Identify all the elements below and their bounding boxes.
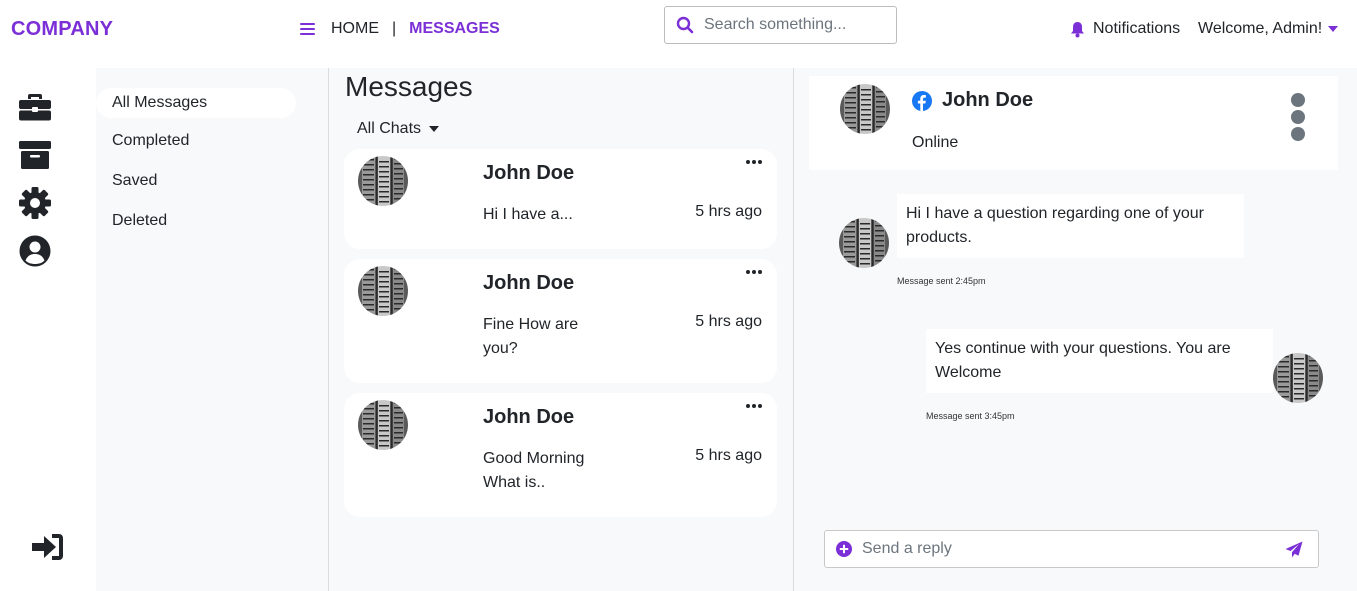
user-circle-icon[interactable] — [18, 234, 52, 268]
contact-name: John Doe — [942, 89, 1034, 111]
briefcase-icon[interactable] — [18, 90, 52, 124]
card-snippet: Fine How are you? — [483, 316, 579, 357]
chat-filter-label: All Chats — [357, 120, 422, 137]
contact-status: Online — [912, 134, 959, 151]
bell-icon — [1071, 21, 1084, 37]
messages-title: Messages — [345, 71, 473, 102]
card-snippet: Good Morning What is.. — [483, 450, 585, 491]
send-icon[interactable] — [1285, 541, 1303, 558]
outgoing-message-bubble: Yes continue with your questions. You ar… — [926, 329, 1273, 393]
incoming-message-bubble: Hi I have a question regarding one of yo… — [897, 194, 1244, 258]
chevron-down-icon — [1328, 26, 1339, 32]
folder-completed[interactable]: Completed — [96, 126, 296, 156]
more-options-icon[interactable] — [746, 159, 762, 165]
add-attachment-icon[interactable] — [836, 541, 852, 557]
chat-options-icon[interactable] — [1290, 93, 1306, 141]
brand-logo[interactable]: COMPANY — [11, 18, 113, 41]
avatar — [358, 400, 408, 450]
hamburger-menu-icon[interactable] — [300, 23, 315, 35]
top-nav: HOME | MESSAGES — [300, 20, 500, 38]
card-contact-name: John Doe — [483, 272, 575, 294]
message-card[interactable]: John Doe Hi I have a... 5 hrs ago — [344, 149, 777, 249]
welcome-label: Welcome, Admin! — [1198, 20, 1323, 37]
user-menu[interactable]: Welcome, Admin! — [1198, 20, 1339, 38]
search-box[interactable] — [664, 6, 897, 44]
card-contact-name: John Doe — [483, 406, 575, 428]
avatar — [358, 156, 408, 206]
chat-filter-dropdown[interactable]: All Chats — [357, 120, 440, 138]
nav-home-link[interactable]: HOME — [331, 20, 379, 38]
nav-separator: | — [392, 20, 397, 37]
message-card[interactable]: John Doe Fine How are you? 5 hrs ago — [344, 259, 777, 383]
folder-deleted[interactable]: Deleted — [96, 206, 296, 236]
contact-avatar — [839, 218, 889, 268]
notifications-link[interactable]: Notifications — [1070, 20, 1180, 38]
card-time: 5 hrs ago — [695, 447, 762, 464]
contact-avatar[interactable] — [840, 84, 890, 134]
reply-box[interactable] — [824, 530, 1319, 568]
message-card[interactable]: John Doe Good Morning What is.. 5 hrs ag… — [344, 393, 777, 517]
notifications-label: Notifications — [1093, 20, 1181, 37]
more-options-icon[interactable] — [746, 269, 762, 275]
archive-icon[interactable] — [18, 138, 52, 172]
icon-rail — [0, 68, 96, 591]
chat-panel: John Doe Online Hi I have a question reg… — [794, 68, 1357, 591]
card-snippet: Hi I have a... — [483, 206, 573, 223]
chat-header: John Doe Online — [809, 76, 1338, 170]
message-timestamp: Message sent 2:45pm — [897, 276, 986, 286]
sign-in-icon[interactable] — [31, 530, 65, 564]
contact-name-row: John Doe — [912, 89, 1033, 112]
nav-messages-link[interactable]: MESSAGES — [409, 20, 500, 38]
caret-down-icon — [429, 126, 440, 132]
folder-all-messages[interactable]: All Messages — [96, 88, 296, 118]
card-contact-name: John Doe — [483, 162, 575, 184]
reply-input[interactable] — [862, 540, 1282, 558]
top-header: COMPANY HOME | MESSAGES Notifications We… — [0, 0, 1357, 66]
admin-avatar — [1273, 353, 1323, 403]
facebook-icon — [912, 90, 932, 111]
folder-saved[interactable]: Saved — [96, 166, 296, 196]
search-icon — [676, 16, 694, 34]
search-input[interactable] — [704, 16, 894, 34]
avatar — [358, 266, 408, 316]
message-list-panel: Messages All Chats John Doe Hi I have a.… — [329, 68, 794, 591]
message-timestamp: Message sent 3:45pm — [926, 411, 1015, 421]
more-options-icon[interactable] — [746, 403, 762, 409]
card-time: 5 hrs ago — [695, 313, 762, 330]
card-time: 5 hrs ago — [695, 203, 762, 220]
folder-sidebar: All Messages Completed Saved Deleted — [96, 68, 329, 591]
settings-gear-icon[interactable] — [18, 186, 52, 220]
